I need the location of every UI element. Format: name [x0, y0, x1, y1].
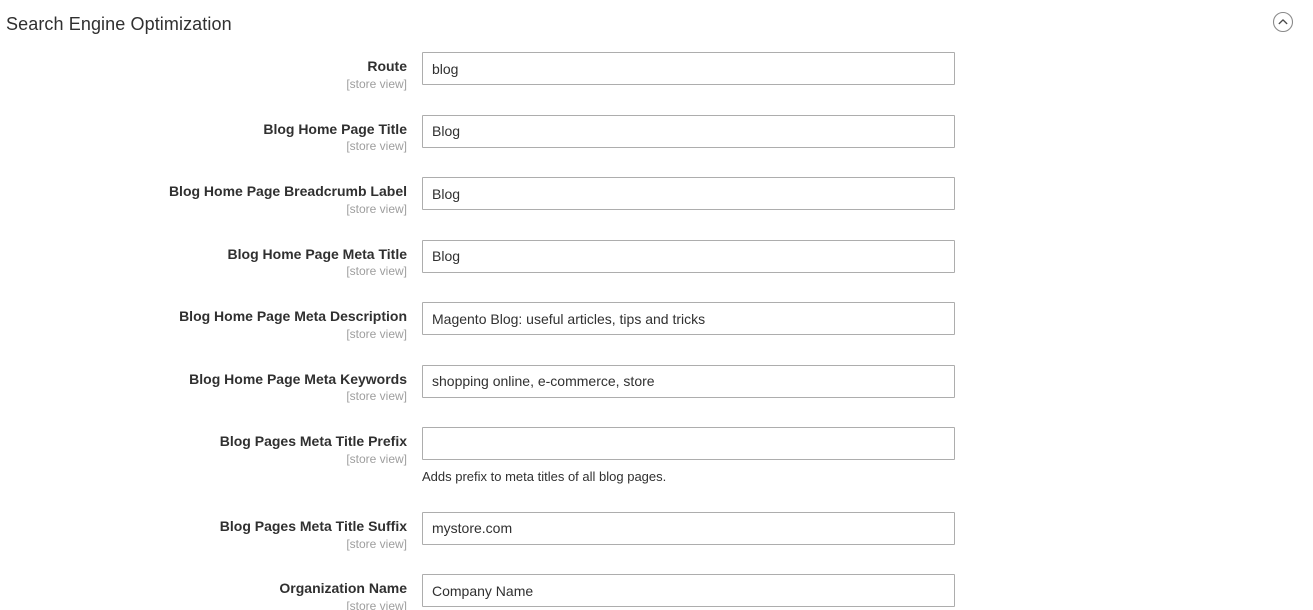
field-scope: [store view]	[346, 201, 407, 216]
blog-home-page-meta-title-input[interactable]	[422, 239, 955, 273]
field-label-group: Blog Home Page Meta Keywords [store view…	[0, 365, 422, 406]
field-note: Adds prefix to meta titles of all blog p…	[422, 469, 667, 484]
field-control	[422, 364, 955, 398]
section-header: Search Engine Optimization	[0, 0, 1313, 48]
page-title: Search Engine Optimization	[6, 14, 232, 34]
field-row: Blog Home Page Meta Keywords [store view…	[0, 364, 1313, 406]
field-scope: [store view]	[346, 536, 407, 551]
organization-name-input[interactable]	[422, 574, 955, 608]
field-label: Blog Home Page Meta Keywords	[189, 370, 407, 387]
field-control: Used for creation post microdata.	[422, 574, 955, 610]
field-row: Blog Home Page Meta Title [store view]	[0, 239, 1313, 281]
field-row: Blog Pages Meta Title Prefix [store view…	[0, 427, 1313, 486]
field-control	[422, 52, 955, 85]
field-row: Organization Name [store view] Used for …	[0, 574, 1313, 610]
field-scope: [store view]	[346, 326, 407, 341]
field-label: Blog Pages Meta Title Prefix	[219, 433, 407, 449]
field-control	[422, 239, 955, 273]
chevron-up-circle-icon[interactable]	[1269, 8, 1297, 36]
field-label-group: Blog Pages Meta Title Suffix [store view…	[0, 512, 422, 553]
field-control	[422, 511, 955, 545]
field-scope: [store view]	[346, 139, 407, 154]
field-label-group: Route [store view]	[0, 52, 422, 93]
field-label-group: Blog Home Page Title [store view]	[0, 115, 422, 156]
field-label: Blog Home Page Breadcrumb Label	[168, 183, 407, 199]
field-label: Blog Home Page Title	[263, 120, 407, 137]
field-label-group: Blog Home Page Meta Title [store view]	[0, 240, 422, 281]
field-label-group: Organization Name [store view]	[0, 574, 422, 610]
field-label-group: Blog Home Page Meta Description [store v…	[0, 302, 422, 343]
field-label: Organization Name	[279, 580, 407, 597]
field-label: Blog Pages Meta Title Suffix	[219, 517, 407, 534]
blog-pages-meta-title-suffix-input[interactable]	[422, 511, 955, 545]
field-control	[422, 114, 955, 148]
field-scope: [store view]	[346, 264, 407, 279]
route-input[interactable]	[422, 52, 955, 85]
field-scope: [store view]	[346, 451, 407, 466]
field-row: Blog Home Page Meta Description [store v…	[0, 302, 1313, 343]
field-label: Route	[367, 58, 407, 74]
field-row: Blog Home Page Title [store view]	[0, 114, 1313, 156]
blog-home-page-title-input[interactable]	[422, 114, 955, 148]
field-label: Blog Home Page Meta Title	[227, 245, 407, 262]
field-scope: [store view]	[346, 599, 407, 610]
field-label: Blog Home Page Meta Description	[179, 308, 407, 324]
field-row: Blog Home Page Breadcrumb Label [store v…	[0, 177, 1313, 218]
blog-home-page-meta-keywords-input[interactable]	[422, 364, 955, 398]
field-scope: [store view]	[346, 389, 407, 404]
blog-home-page-meta-description-input[interactable]	[422, 302, 955, 335]
blog-pages-meta-title-prefix-input[interactable]	[422, 427, 955, 460]
seo-settings-form: Route [store view] Blog Home Page Title …	[0, 48, 1313, 610]
field-control	[422, 302, 955, 335]
field-control: Adds prefix to meta titles of all blog p…	[422, 427, 955, 486]
blog-home-page-breadcrumb-label-input[interactable]	[422, 177, 955, 210]
field-control	[422, 177, 955, 210]
field-row: Route [store view]	[0, 52, 1313, 93]
field-label-group: Blog Pages Meta Title Prefix [store view…	[0, 427, 422, 468]
field-row: Blog Pages Meta Title Suffix [store view…	[0, 511, 1313, 553]
field-label-group: Blog Home Page Breadcrumb Label [store v…	[0, 177, 422, 218]
field-scope: [store view]	[346, 76, 407, 91]
